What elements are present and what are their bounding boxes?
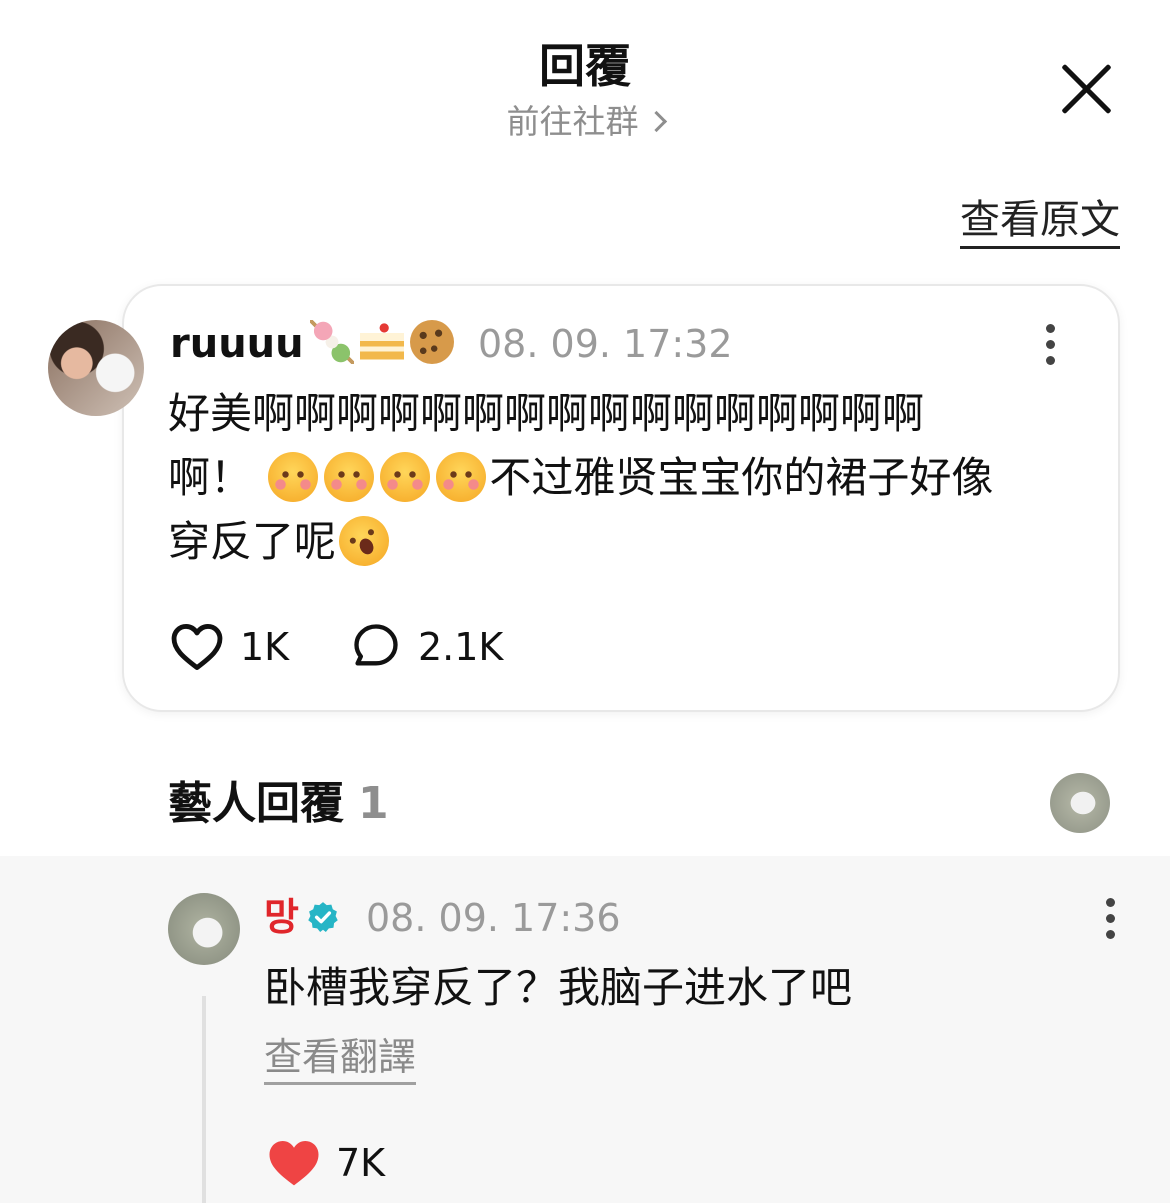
artist-replies-title: 藝人回覆 (168, 778, 344, 829)
comment-more-button[interactable] (1040, 324, 1060, 368)
reply-more-button[interactable] (1100, 898, 1120, 942)
thread-line (202, 996, 206, 1203)
comment-text-line-2: 啊！ 不过雅贤宝宝你的裙子好像 (168, 446, 1088, 510)
reply-author-name[interactable]: 망 (264, 892, 299, 942)
reply-count: 2.1K (418, 625, 504, 669)
smiling-face-with-hearts-icon (268, 451, 319, 502)
artist-avatar-small[interactable] (1050, 773, 1110, 833)
cookie-icon (409, 320, 454, 364)
reply-avatar[interactable] (168, 893, 240, 965)
reply-text: 卧槽我穿反了？我脑子进水了吧 (264, 963, 853, 1012)
heart-filled-icon[interactable] (266, 1136, 322, 1188)
cake-icon (359, 320, 404, 364)
page-title: 回覆 (539, 39, 631, 93)
view-original-link[interactable]: 查看原文 (960, 196, 1120, 249)
comment-author-name: ruuuu (170, 321, 304, 367)
chevron-right-icon (645, 110, 667, 133)
comment-text-line-2-start: 啊！ (168, 453, 253, 502)
rolling-on-floor-laughing-icon (330, 507, 398, 574)
artist-replies-count: 1 (358, 778, 389, 829)
comment-text-line-3: 穿反了呢 (168, 507, 1088, 574)
reply-like-count: 7K (336, 1141, 386, 1185)
reply-timestamp: 08. 09. 17:36 (366, 896, 621, 940)
verified-badge-icon (308, 902, 338, 933)
comment-text: 好美啊啊啊啊啊啊啊啊啊啊啊啊啊啊啊啊 啊！ 不过雅贤宝宝你的裙子好像 穿反了呢 (168, 382, 1088, 574)
partying-face-icon (380, 451, 431, 502)
comment-text-line-3-text: 穿反了呢 (168, 517, 337, 566)
artist-replies-heading: 藝人回覆 1 (168, 776, 389, 832)
dango-icon (309, 320, 354, 364)
avatar[interactable] (48, 320, 144, 416)
community-link-label: 前往社群 (506, 102, 639, 141)
go-to-community-link[interactable]: 前往社群 (0, 100, 1170, 144)
like-count: 1K (240, 625, 290, 669)
comment-timestamp: 08. 09. 17:32 (478, 322, 733, 366)
comment-text-line-1: 好美啊啊啊啊啊啊啊啊啊啊啊啊啊啊啊啊 (168, 389, 925, 438)
view-translation-link[interactable]: 查看翻譯 (264, 1034, 417, 1085)
partying-face-icon (436, 451, 487, 502)
comment-author[interactable]: ruuuu (170, 318, 454, 370)
comment-text-line-2-end: 不过雅贤宝宝你的裙子好像 (489, 453, 994, 502)
smiling-face-with-hearts-icon (324, 451, 375, 502)
speech-bubble-icon[interactable] (350, 620, 402, 672)
close-button[interactable] (1055, 58, 1117, 120)
heart-outline-icon[interactable] (168, 618, 226, 676)
